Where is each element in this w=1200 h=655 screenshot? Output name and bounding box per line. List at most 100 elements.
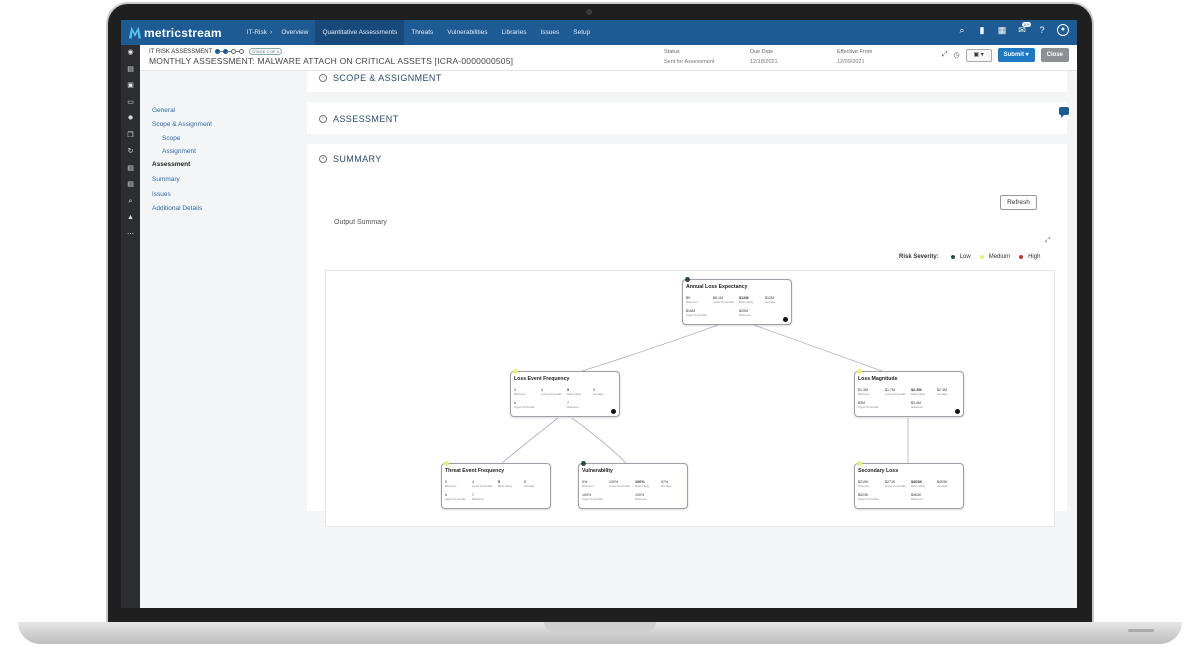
node-threat-event-frequency[interactable]: Threat Event Frequency 0 Minimum 4 Lower P… <box>441 461 551 509</box>
connector-handle[interactable] <box>955 409 960 414</box>
calendar-icon[interactable]: ▦ <box>997 25 1007 35</box>
node-title: Loss Event Frequency <box>514 376 570 382</box>
help-icon[interactable]: ? <box>1037 25 1047 35</box>
document-menu-button[interactable]: ▣ ▾ <box>965 48 992 62</box>
document-icon[interactable]: ▤ <box>121 62 140 79</box>
notification-icon[interactable]: ✉ 10+ <box>1017 22 1031 35</box>
nav-overview[interactable]: Overview <box>274 20 315 45</box>
connector-handle[interactable] <box>611 409 616 414</box>
node-value: $403K Average <box>937 480 948 488</box>
history-icon[interactable]: ◷ <box>954 51 960 59</box>
due-date-meta: Due Date 12/18/2021 <box>750 49 778 65</box>
node-value: $12M Most Likely <box>739 296 753 304</box>
node-value: 100% Lower Percentile <box>609 480 630 488</box>
summary-section-title: SUMMARY <box>333 154 382 164</box>
close-button[interactable]: Close <box>1040 48 1069 62</box>
search-icon[interactable]: ⌕ <box>957 25 967 35</box>
camera-icon <box>586 9 592 15</box>
assessment-section-title: ASSESSMENT <box>333 114 399 124</box>
node-value: 7 Maximum <box>567 401 580 409</box>
nav-actions: ⌕ ▮ ▦ ✉ 10+ ? ● <box>957 22 1069 36</box>
node-value: 5 Most Likely <box>498 480 512 488</box>
legend-low: Low <box>959 254 971 260</box>
effective-from-value: 12/09/2021 <box>837 59 865 65</box>
gear-icon[interactable]: ✹ <box>121 111 140 128</box>
logo-icon <box>129 26 141 39</box>
node-value: 7 Maximum <box>472 493 485 501</box>
summary-section-header[interactable]: ˅ SUMMARY <box>319 154 382 164</box>
nav-assessment[interactable]: Assessment <box>152 161 190 168</box>
laptop-indicator <box>1128 629 1154 632</box>
breadcrumb: IT RISK ASSESSMENT STAGE 2 OF 4 <box>149 48 282 55</box>
icon-rail: ◉ ▤ ▣ ▭ ✹ ❐ ↻ ▤ ▤ ⌕ ▲ ⋯ <box>121 45 140 608</box>
node-value: 100% Most Likely <box>635 480 649 488</box>
nav-quantitative-assessments[interactable]: Quantitative Assessments <box>315 20 405 45</box>
node-title: Threat Event Frequency <box>445 468 505 474</box>
bookmark-icon[interactable]: ▮ <box>977 25 987 35</box>
node-value: $0 Minimum <box>686 296 698 304</box>
brand-logo[interactable]: metricstream <box>129 26 222 40</box>
status-label: Status <box>664 49 680 55</box>
nav-setup[interactable]: Setup <box>566 20 597 45</box>
node-value: 97% Average <box>661 480 672 488</box>
node-vulnerability[interactable]: Vulnerability 0% Minimum 100% Lower Percen… <box>578 461 688 509</box>
node-value: $2.3M Most Likely <box>911 388 925 396</box>
assessment-section: › ASSESSMENT <box>307 102 1067 134</box>
nav-scope[interactable]: Scope <box>162 135 180 142</box>
node-value: $1.7M Lower Percentile <box>885 388 906 396</box>
dashboard-icon[interactable]: ◉ <box>121 45 140 62</box>
fullscreen-icon[interactable]: ⤢ <box>1045 237 1051 245</box>
image-icon[interactable]: ▣ <box>121 78 140 95</box>
node-secondary-loss[interactable]: Secondary Loss $219K Minimum $271K Lower P… <box>854 461 964 509</box>
list-icon[interactable]: ▤ <box>121 177 140 194</box>
connector-handle[interactable] <box>783 317 788 322</box>
nav-issues[interactable]: Issues <box>533 20 566 45</box>
severity-medium-icon <box>444 461 449 466</box>
nav-scope-assignment[interactable]: Scope & Assignment <box>152 121 212 128</box>
report-icon[interactable]: ▤ <box>121 161 140 178</box>
nav-summary[interactable]: Summary <box>152 176 180 183</box>
expand-icon[interactable]: ⤢ <box>942 51 948 59</box>
notification-badge: 10+ <box>1022 22 1031 27</box>
node-value: $8.1M Lower Percentile <box>713 296 734 304</box>
chevron-right-icon: › <box>319 74 327 82</box>
submit-label: Submit <box>1003 52 1024 58</box>
nav-it-risk[interactable]: IT-Risk <box>240 20 274 45</box>
nav-general[interactable]: General <box>152 107 175 114</box>
warning-icon[interactable]: ▲ <box>121 210 140 227</box>
breadcrumb-label[interactable]: IT RISK ASSESSMENT <box>149 49 212 55</box>
files-icon[interactable]: ❐ <box>121 128 140 145</box>
output-summary-label: Output Summary <box>334 219 387 226</box>
node-value: $12M Average <box>765 296 776 304</box>
node-value: 5 Average <box>524 480 535 488</box>
more-icon[interactable]: ⋯ <box>121 227 140 244</box>
nav-assignment[interactable]: Assignment <box>162 148 196 155</box>
assessment-section-header[interactable]: › ASSESSMENT <box>319 114 399 124</box>
brand-name: metricstream <box>144 25 222 40</box>
nav-threats[interactable]: Threats <box>404 20 440 45</box>
search-doc-icon[interactable]: ⌕ <box>121 194 140 211</box>
node-value: 6 Upper Percentile <box>445 493 466 501</box>
node-value: 100% Upper Percentile <box>582 493 603 501</box>
comment-icon[interactable] <box>1059 107 1069 118</box>
nav-vulnerabilities[interactable]: Vulnerabilities <box>440 20 494 45</box>
scope-section-header[interactable]: › SCOPE & ASSIGNMENT <box>319 73 442 83</box>
submit-button[interactable]: Submit ▾ <box>997 48 1035 62</box>
user-avatar-icon[interactable]: ● <box>1057 24 1069 36</box>
nav-additional-details[interactable]: Additional Details <box>152 205 202 212</box>
severity-low-icon <box>581 461 586 466</box>
refresh-icon[interactable]: ↻ <box>121 144 140 161</box>
chevron-right-icon: › <box>319 115 327 123</box>
status-value: Sent for Assessment <box>664 59 715 65</box>
monitor-icon[interactable]: ▭ <box>121 95 140 112</box>
nav-issues[interactable]: Issues <box>152 191 171 198</box>
legend-high: High <box>1028 254 1041 260</box>
node-value: 4 Lower Percentile <box>472 480 493 488</box>
refresh-button[interactable]: Refresh <box>1000 195 1037 210</box>
node-annual-loss-expectancy[interactable]: Annual Loss Expectancy $0 Minimum $8.1M Lo… <box>682 277 792 325</box>
node-loss-magnitude[interactable]: Loss Magnitude $1.3M Minimum $1.7M Lower P… <box>854 369 964 417</box>
node-loss-event-frequency[interactable]: Loss Event Frequency 0 Minimum 4 Lower Per… <box>510 369 620 417</box>
node-value: 5 Most Likely <box>567 388 581 396</box>
nav-libraries[interactable]: Libraries <box>495 20 534 45</box>
chevron-right-icon: › <box>270 29 273 36</box>
